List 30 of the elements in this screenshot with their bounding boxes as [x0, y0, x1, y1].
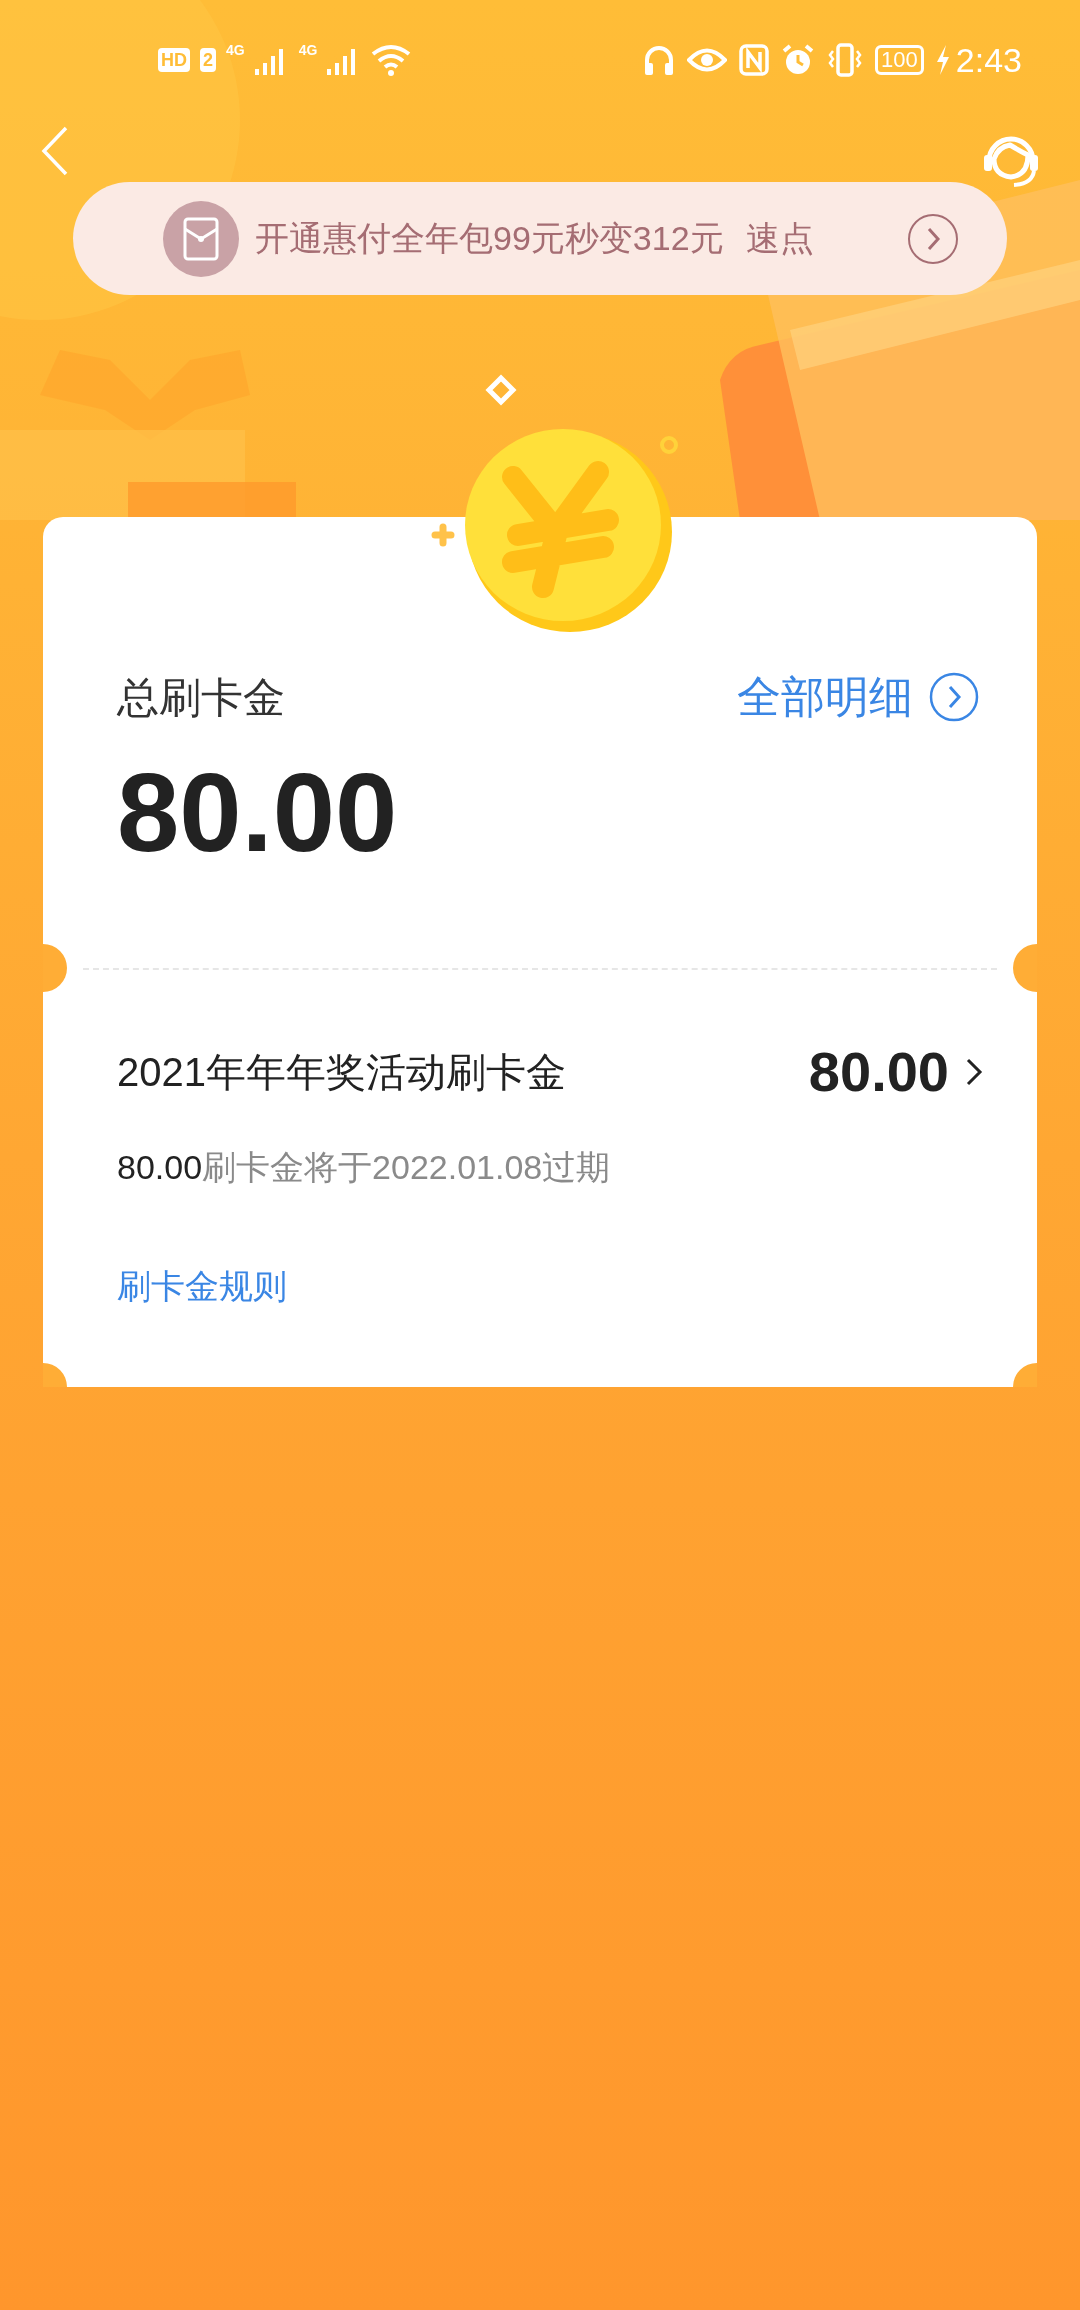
expiry-note: 刷卡金将于2022.01.08过期 [202, 1148, 611, 1186]
promo-text: 开通惠付全年包99元秒变312元 [255, 218, 724, 259]
total-amount: 80.00 [117, 749, 399, 877]
vibrate-icon [827, 43, 864, 77]
battery-indicator: 100 [875, 45, 924, 75]
reward-item[interactable]: 2021年年年奖活动刷卡金 80.00 [117, 1030, 963, 1114]
chevron-right-icon [929, 672, 979, 722]
wifi-icon [371, 44, 412, 76]
network-label: 4G [226, 41, 245, 60]
details-link[interactable]: 全部明细 [737, 664, 979, 730]
headphones-icon [643, 44, 676, 76]
network-label: 4G [298, 41, 318, 60]
rules-link[interactable]: 刷卡金规则 [117, 1261, 287, 1312]
expiry-amount: 80.00 [117, 1148, 203, 1186]
chevron-right-icon [965, 1057, 983, 1087]
eye-icon [687, 47, 728, 73]
envelope-icon [163, 200, 239, 277]
charging-icon [935, 45, 950, 75]
promo-action[interactable]: 速点 [745, 213, 814, 264]
clock-time: 2:43 [955, 39, 1022, 81]
reward-amount: 80.00 [808, 1039, 949, 1105]
chevron-right-icon[interactable] [907, 212, 959, 265]
back-icon[interactable] [40, 125, 70, 177]
total-label: 总刷卡金 [117, 672, 285, 723]
nfc-icon [739, 44, 770, 76]
hd-badge: HD [158, 48, 190, 72]
alarm-icon [781, 43, 816, 77]
sim-badge: 2 [200, 48, 216, 72]
reward-name: 2021年年年奖活动刷卡金 [117, 1049, 566, 1096]
promo-banner[interactable]: 开通惠付全年包99元秒变312元 速点 [73, 182, 1007, 295]
